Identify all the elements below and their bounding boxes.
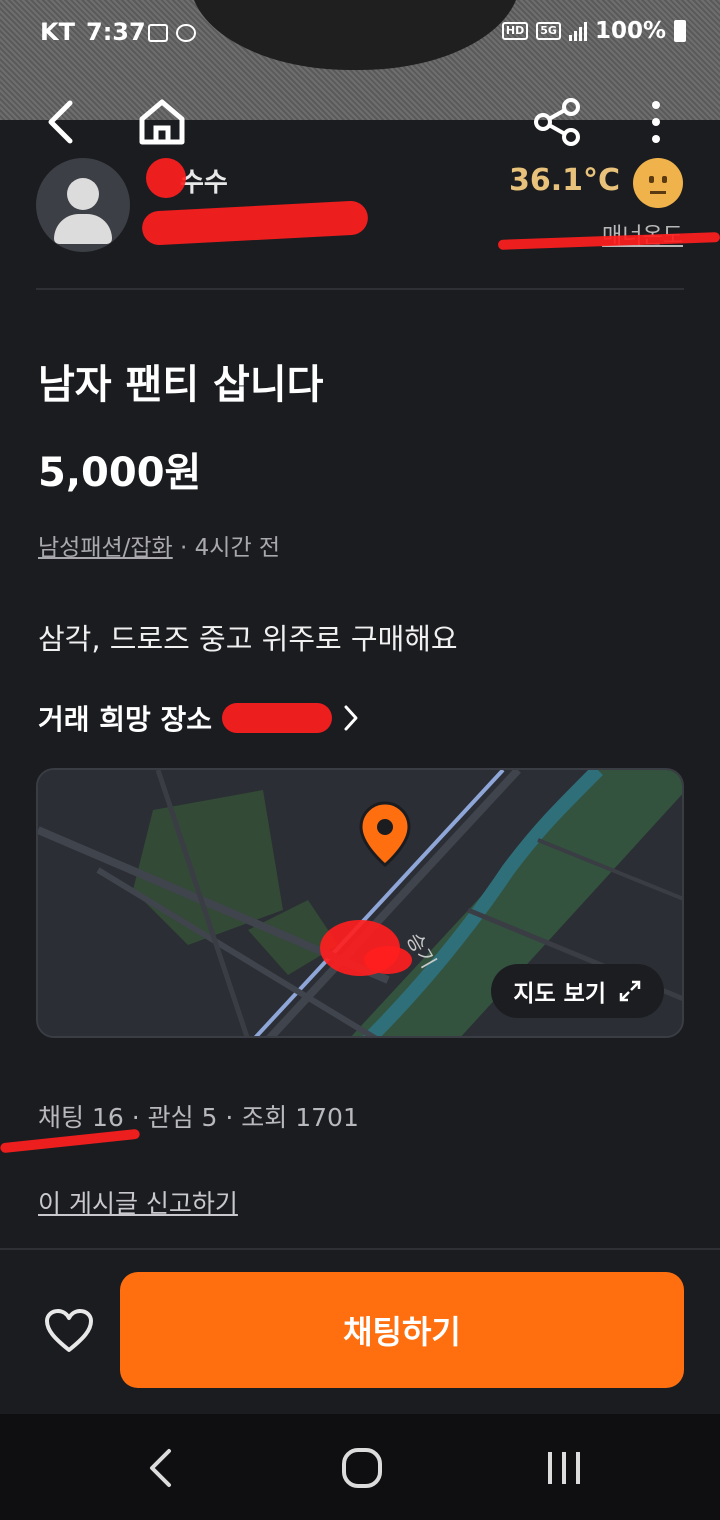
back-icon xyxy=(150,1449,171,1487)
hd-voice-icon: HD xyxy=(501,22,529,40)
trade-place-link[interactable]: 거래 희망 장소 xyxy=(38,698,360,738)
trade-place-label: 거래 희망 장소 xyxy=(38,703,213,736)
top-navigation xyxy=(0,90,720,160)
system-navigation-bar xyxy=(0,1414,720,1520)
post-stats: 채팅 16 · 관심 5 · 조회 1701 xyxy=(38,1103,359,1132)
more-button[interactable] xyxy=(624,90,688,154)
post-meta: 남성패션/잡화 · 4시간 전 xyxy=(38,528,280,562)
status-bar: KT 7:37 HD 5G 100% xyxy=(0,0,720,66)
5g-icon: 5G xyxy=(536,22,561,40)
category-link[interactable]: 남성패션/잡화 xyxy=(38,535,173,561)
share-button[interactable] xyxy=(526,90,590,154)
home-circle-icon xyxy=(342,1448,382,1488)
chevron-right-icon xyxy=(344,705,358,731)
post-price: 5,000원 xyxy=(38,450,202,496)
status-time: 7:37 xyxy=(86,18,146,46)
view-map-label: 지도 보기 xyxy=(513,981,606,1007)
signal-icon xyxy=(568,21,587,41)
more-vertical-icon xyxy=(652,101,660,143)
seller-avatar[interactable] xyxy=(36,158,130,252)
post-description: 삼각, 드로즈 중고 위주로 구매해요 xyxy=(38,622,458,656)
status-indicators: HD 5G 100% xyxy=(501,18,686,44)
avatar-body xyxy=(54,214,112,244)
expand-icon xyxy=(619,980,641,1002)
cloud-sync-icon xyxy=(176,24,196,42)
gallery-icon xyxy=(148,24,168,42)
system-home-button[interactable] xyxy=(332,1438,392,1498)
share-icon xyxy=(534,98,580,146)
chat-button[interactable]: 채팅하기 xyxy=(120,1272,684,1388)
report-post-link[interactable]: 이 게시글 신고하기 xyxy=(38,1184,238,1220)
recents-icon xyxy=(548,1452,580,1484)
avatar-head xyxy=(67,178,99,210)
redaction-mark xyxy=(222,703,333,733)
back-button[interactable] xyxy=(30,90,94,154)
battery-percent: 100% xyxy=(594,18,666,44)
chevron-left-icon xyxy=(48,100,73,144)
location-map[interactable]: 승기 지도 보기 xyxy=(36,768,684,1038)
meta-separator: · xyxy=(172,535,195,561)
battery-icon xyxy=(674,20,686,42)
like-button[interactable] xyxy=(42,1304,96,1358)
system-back-button[interactable] xyxy=(130,1438,190,1498)
posted-time: 4시간 전 xyxy=(194,535,281,561)
divider xyxy=(36,288,684,290)
home-button[interactable] xyxy=(130,90,194,154)
manner-temperature: 36.1°C xyxy=(508,163,620,198)
redaction-mark xyxy=(146,158,186,198)
home-icon xyxy=(139,99,185,145)
system-recents-button[interactable] xyxy=(534,1438,594,1498)
heart-icon xyxy=(45,1309,93,1352)
view-map-button[interactable]: 지도 보기 xyxy=(491,964,664,1018)
temperature-face-icon xyxy=(633,158,683,208)
redaction-mark xyxy=(141,200,369,246)
status-carrier: KT xyxy=(40,18,75,46)
post-title: 남자 팬티 삽니다 xyxy=(38,362,324,408)
seller-nickname[interactable]: 수수 xyxy=(180,162,228,199)
